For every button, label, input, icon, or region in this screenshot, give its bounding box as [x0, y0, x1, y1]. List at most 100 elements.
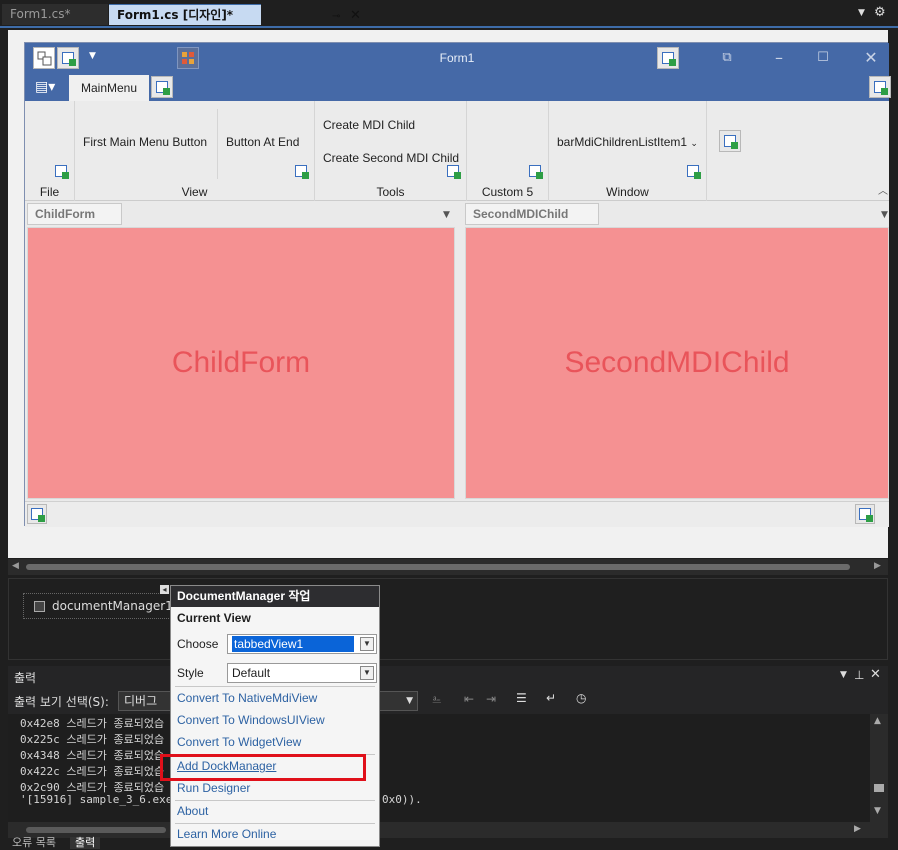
app-icon[interactable]	[33, 47, 55, 69]
tab-output[interactable]: 출력	[70, 837, 101, 849]
smart-tag-panel: DocumentManager 작업 Current View Choose t…	[170, 585, 380, 847]
create-second-mdi-child-button[interactable]: Create Second MDI Child	[323, 151, 459, 165]
tab-secondmdichild[interactable]: SecondMDIChild	[465, 203, 599, 225]
tab-form1-cs[interactable]: Form1.cs*	[2, 4, 108, 25]
learn-more-online-link[interactable]: Learn More Online	[177, 827, 276, 841]
highlight-box	[160, 754, 366, 781]
chevron-down-icon[interactable]: ▼	[840, 670, 847, 680]
clear-all-icon[interactable]: ☰	[516, 691, 527, 705]
document-manager-component[interactable]: documentManager1	[23, 593, 173, 619]
add-item-icon[interactable]	[55, 165, 69, 179]
ribbon-group-view: First Main Menu Button Button At End Vie…	[75, 101, 315, 201]
find-icon[interactable]: ⎁	[432, 692, 442, 707]
choose-view-select[interactable]: tabbedView1 ▼	[227, 634, 377, 654]
chevron-down-icon[interactable]: ▼	[360, 637, 374, 651]
smart-tag-icon[interactable]: ◂	[160, 585, 169, 594]
output-text-area[interactable]: 0x42e8 스레드가 종료되었습 0x225c 스레드가 종료되었습 0x43…	[8, 714, 888, 822]
add-item-icon[interactable]	[687, 165, 701, 179]
scrollbar-thumb[interactable]	[874, 784, 884, 792]
chevron-down-icon[interactable]: ▼	[360, 666, 374, 680]
ribbon-tab-bar: ▤▾ MainMenu	[25, 73, 891, 101]
section-title: Current View	[177, 611, 251, 625]
first-main-menu-button[interactable]: First Main Menu Button	[83, 135, 207, 149]
button-at-end[interactable]: Button At End	[226, 135, 299, 149]
word-wrap-icon[interactable]: ↵	[546, 691, 556, 705]
mdi-children-list-item[interactable]: barMdiChildrenListItem1 ⌄	[557, 135, 698, 149]
add-item-icon[interactable]	[27, 504, 47, 524]
chevron-down-icon[interactable]: ▼	[881, 210, 888, 220]
add-item-icon[interactable]	[295, 165, 309, 179]
tab-label: Form1.cs [디자인]*	[117, 8, 234, 22]
convert-to-nativemdiview-link[interactable]: Convert To NativeMdiView	[177, 691, 317, 705]
chevron-down-icon: ⌄	[690, 138, 698, 148]
prev-message-icon[interactable]: ⇤	[464, 692, 474, 706]
separator	[175, 800, 375, 801]
separator	[217, 109, 218, 179]
scroll-right-icon[interactable]: ▶	[854, 824, 861, 834]
form-title-bar: Form1 ▼ ⧉ – ☐ ✕	[25, 43, 889, 73]
gear-icon[interactable]: ⚙	[874, 5, 886, 20]
about-link[interactable]: About	[177, 804, 208, 818]
add-item-icon[interactable]	[447, 165, 461, 179]
mdi-children-list-label: barMdiChildrenListItem1	[557, 135, 688, 149]
scroll-up-icon[interactable]: ▲	[874, 716, 881, 726]
designer-horizontal-scrollbar[interactable]: ◀ ▶	[8, 559, 888, 575]
close-icon[interactable]: ✕	[350, 5, 361, 26]
run-designer-link[interactable]: Run Designer	[177, 781, 250, 795]
next-message-icon[interactable]: ⇥	[486, 692, 496, 706]
ribbon-group-label: Tools	[376, 185, 405, 199]
create-mdi-child-button[interactable]: Create MDI Child	[323, 118, 415, 132]
add-group-icon[interactable]	[719, 130, 741, 152]
scroll-left-icon[interactable]: ◀	[12, 561, 19, 571]
collapse-ribbon-icon[interactable]: ︿	[878, 182, 888, 197]
second-mdi-child-panel: SecondMDIChild ▼ SecondMDIChild	[463, 201, 889, 501]
style-select[interactable]: Default ▼	[227, 663, 377, 683]
ribbon-group-tools: Create MDI Child Create Second MDI Child…	[315, 101, 467, 201]
child-form-body[interactable]: ChildForm	[27, 227, 455, 499]
add-item-icon[interactable]	[855, 504, 875, 524]
minimize-icon[interactable]: –	[767, 47, 791, 69]
second-mdi-child-caption: SecondMDIChild	[564, 346, 790, 379]
tab-mainmenu[interactable]: MainMenu	[69, 75, 149, 101]
scrollbar-thumb[interactable]	[26, 564, 850, 570]
output-vertical-scrollbar[interactable]: ▲ ▼	[870, 714, 888, 822]
convert-to-widgetview-link[interactable]: Convert To WidgetView	[177, 735, 301, 749]
pin-icon[interactable]: ⊸	[332, 6, 340, 27]
add-item-icon[interactable]	[869, 76, 891, 98]
add-item-icon[interactable]	[657, 47, 679, 69]
add-tab-icon[interactable]	[151, 76, 173, 98]
scroll-right-icon[interactable]: ▶	[874, 561, 881, 571]
add-item-icon[interactable]	[57, 47, 79, 69]
close-icon[interactable]: ✕	[859, 47, 883, 69]
scrollbar-thumb[interactable]	[26, 827, 166, 833]
convert-to-windowsuiview-link[interactable]: Convert To WindowsUIView	[177, 713, 325, 727]
chevron-down-icon: ▼	[406, 696, 413, 706]
chevron-down-icon[interactable]: ▼	[443, 210, 450, 220]
tab-childform[interactable]: ChildForm	[27, 203, 122, 225]
palette-icon[interactable]	[177, 47, 199, 69]
clock-icon[interactable]: ◷	[576, 691, 586, 705]
mdi-area: ChildForm ▼ ChildForm SecondMDIChild ▼ S…	[25, 201, 889, 501]
choose-label: Choose	[177, 637, 219, 651]
close-icon[interactable]: ✕	[870, 667, 881, 682]
tab-label: Form1.cs*	[10, 7, 71, 21]
ribbon: File First Main Menu Button Button At En…	[25, 101, 889, 201]
status-bar	[25, 501, 889, 527]
ribbon-group-label: Window	[606, 185, 649, 199]
chevron-down-icon[interactable]: ▼	[858, 8, 865, 18]
output-horizontal-scrollbar[interactable]: ▶	[8, 822, 888, 838]
form-window[interactable]: Form1 ▼ ⧉ – ☐ ✕ ▤▾ MainMenu File First M…	[24, 42, 891, 527]
second-mdi-child-body[interactable]: SecondMDIChild	[465, 227, 889, 499]
maximize-icon[interactable]: ☐	[811, 47, 835, 69]
scroll-down-icon[interactable]: ▼	[874, 806, 881, 816]
tab-error-list[interactable]: 오류 목록	[12, 837, 56, 849]
add-item-icon[interactable]	[529, 165, 543, 179]
tab-form1-designer[interactable]: Form1.cs [디자인]* ⊸ ✕	[109, 4, 361, 25]
pin-icon[interactable]: ⊥	[854, 668, 864, 682]
component-tray: documentManager1	[8, 578, 888, 660]
menu-icon[interactable]: ▤▾	[35, 77, 61, 97]
document-tab-bar: Form1.cs* Form1.cs [디자인]* ⊸ ✕ ▼ ⚙	[0, 0, 898, 28]
chevron-down-icon[interactable]: ▼	[89, 51, 96, 61]
restore-icon[interactable]: ⧉	[715, 47, 739, 69]
style-value: Default	[232, 666, 271, 680]
